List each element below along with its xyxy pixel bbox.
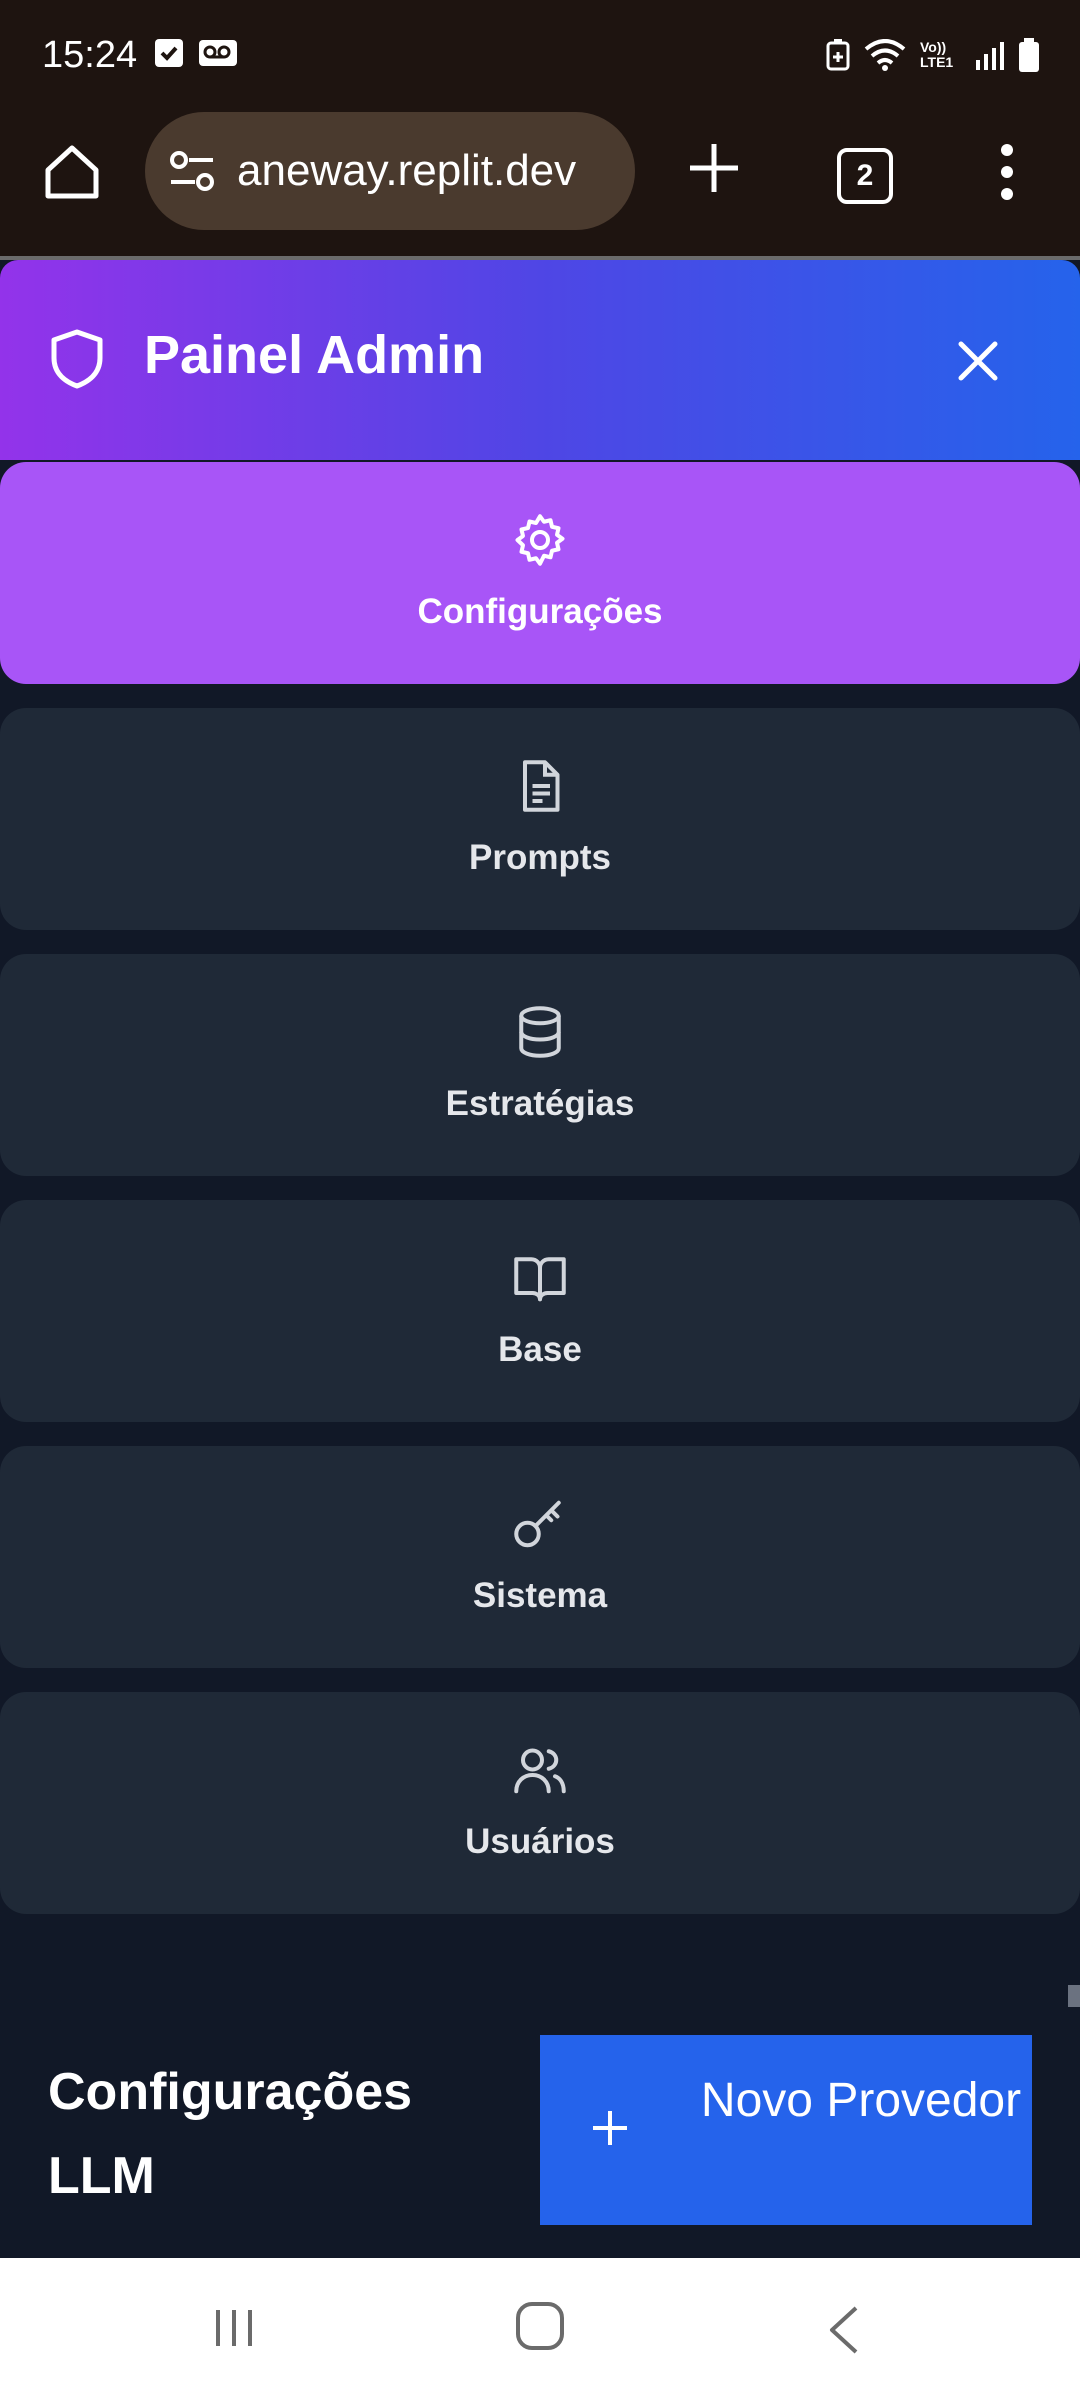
- url-bar[interactable]: aneway.replit.dev: [145, 112, 635, 230]
- battery-icon: [1019, 38, 1039, 72]
- nav-item-sistema[interactable]: Sistema: [0, 1446, 1080, 1668]
- close-icon[interactable]: [955, 338, 1001, 384]
- recent-apps-icon[interactable]: [210, 2304, 258, 2352]
- plus-icon: [593, 2111, 627, 2145]
- home-icon[interactable]: [40, 140, 104, 204]
- gear-icon: [515, 514, 565, 566]
- nav-label: Estratégias: [445, 1084, 635, 1123]
- nav-label: Sistema: [472, 1576, 608, 1615]
- admin-title: Painel Admin: [144, 325, 485, 385]
- users-icon: [514, 1748, 566, 1794]
- book-icon: [514, 1257, 566, 1302]
- document-icon: [523, 760, 560, 812]
- nav-item-base[interactable]: Base: [0, 1200, 1080, 1422]
- new-provider-label: Novo Provedor: [700, 2074, 1022, 2127]
- nav-label: Configurações: [417, 592, 663, 631]
- check-notification-icon: [155, 39, 183, 67]
- nav-item-usuarios[interactable]: Usuários: [0, 1692, 1080, 1914]
- nav-label: Prompts: [469, 838, 611, 877]
- more-options-icon[interactable]: [995, 142, 1019, 202]
- new-tab-icon[interactable]: [686, 140, 742, 196]
- nav-item-estrategias[interactable]: Estratégias: [0, 954, 1080, 1176]
- home-button-icon[interactable]: [514, 2300, 566, 2352]
- system-navigation-bar: [0, 2258, 1080, 2400]
- database-icon: [519, 1006, 561, 1058]
- section-title: Configurações LLM: [48, 2063, 413, 2205]
- admin-header: Painel Admin: [0, 260, 1080, 460]
- status-bar: 15:24 Vo)) LTE1: [0, 0, 1080, 118]
- nav-item-configuracoes[interactable]: Configurações: [0, 462, 1080, 684]
- shield-icon: [51, 329, 103, 389]
- tab-switcher-button[interactable]: 2: [837, 148, 893, 204]
- nav-label: Usuários: [465, 1822, 615, 1861]
- key-icon: [514, 1500, 561, 1548]
- battery-saver-icon: [826, 39, 850, 71]
- site-settings-icon[interactable]: [167, 150, 217, 192]
- url-text[interactable]: aneway.replit.dev: [237, 112, 627, 230]
- wifi-icon: [864, 39, 906, 71]
- volte-label: Vo)) LTE1: [920, 39, 954, 70]
- status-time: 15:24: [42, 34, 138, 76]
- signal-icon: [976, 42, 1004, 70]
- voicemail-icon: [199, 40, 237, 66]
- nav-label: Base: [498, 1330, 582, 1369]
- new-provider-button[interactable]: Novo Provedor: [540, 2035, 1032, 2225]
- nav-item-prompts[interactable]: Prompts: [0, 708, 1080, 930]
- scrollbar-thumb[interactable]: [1068, 1985, 1080, 2007]
- back-icon[interactable]: [826, 2304, 862, 2356]
